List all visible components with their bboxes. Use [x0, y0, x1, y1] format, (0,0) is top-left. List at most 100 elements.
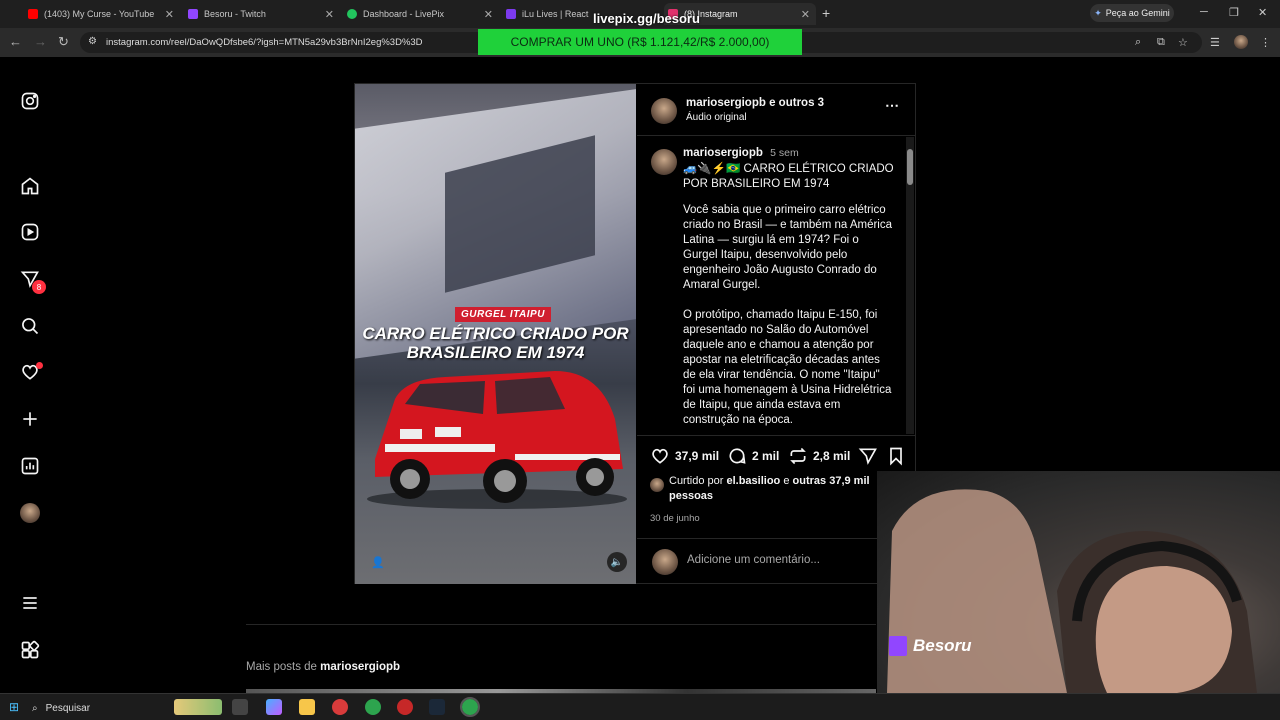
search-label: Pesquisar — [45, 702, 91, 714]
menu-icon[interactable] — [20, 593, 40, 613]
steam-icon[interactable] — [429, 699, 445, 715]
post-header: mariosergiopb e outros 3 Áudio original … — [637, 84, 916, 136]
repost-button[interactable]: 2,8 mil — [788, 446, 850, 466]
browser-menu-icon[interactable]: ⋮ — [1260, 36, 1271, 49]
caption-avatar[interactable] — [651, 149, 677, 175]
scrollbar-thumb[interactable] — [907, 149, 913, 185]
tab-twitch[interactable]: Besoru - Twitch ✕ — [188, 3, 340, 25]
task-view-icon[interactable] — [232, 699, 248, 715]
caption-panel[interactable]: mariosergiopb 5 sem 🚙🔌⚡🇧🇷 CARRO ELÉTRICO… — [637, 137, 916, 434]
sound-icon[interactable]: 🔈 — [607, 552, 627, 572]
author-avatar[interactable] — [651, 98, 677, 124]
instagram-logo-icon[interactable] — [20, 91, 40, 111]
share-button[interactable] — [858, 446, 878, 466]
caption-username[interactable]: mariosergiopb — [683, 147, 763, 159]
coauthors[interactable]: e outros 3 — [769, 97, 824, 109]
instagram-sidebar: 8 — [0, 57, 60, 693]
maximize-icon[interactable]: ❐ — [1229, 6, 1239, 19]
audio-label[interactable]: Áudio original — [686, 112, 747, 123]
webcam-overlay: Besoru — [877, 471, 1280, 693]
livepix-icon — [347, 9, 357, 19]
notification-dot — [36, 362, 43, 369]
tab-title: Besoru - Twitch — [204, 9, 266, 19]
caption-time[interactable]: 5 sem — [770, 147, 799, 159]
post-date[interactable]: 30 de junho — [650, 513, 700, 524]
tab-title: Dashboard - LivePix — [363, 9, 445, 19]
bookmark-star-icon[interactable]: ☆ — [1178, 36, 1188, 49]
red-car-image — [367, 371, 627, 509]
file-explorer-icon[interactable] — [299, 699, 315, 715]
messages-badge: 8 — [32, 280, 46, 294]
livepix-logo: livepix.gg/besoru — [593, 11, 700, 26]
windows-start-icon[interactable]: ⊞ — [9, 700, 19, 714]
new-tab-button[interactable]: + — [822, 5, 830, 21]
recorder-icon[interactable] — [397, 699, 413, 715]
close-icon[interactable]: ✕ — [325, 8, 334, 21]
caption-body: Você sabia que o primeiro carro elétrico… — [683, 204, 893, 426]
more-posts-heading: Mais posts de mariosergiopb — [246, 661, 400, 673]
liked-by-joiner: e — [783, 475, 790, 487]
windows-taskbar: ⊞ ⌕ Pesquisar — [0, 693, 1280, 720]
more-options-icon[interactable]: ⋯ — [885, 97, 899, 114]
twitch-icon — [188, 9, 198, 19]
chrome-icon[interactable] — [365, 699, 381, 715]
post-actions: 37,9 mil 2 mil 2,8 mil Curtido por el.ba… — [637, 435, 916, 585]
comment-input[interactable]: Adicione um comentário... — [687, 554, 820, 566]
app-icon[interactable] — [332, 699, 348, 715]
forward-icon[interactable]: → — [34, 34, 47, 49]
youtube-icon — [28, 9, 38, 19]
dashboard-icon[interactable] — [20, 456, 40, 476]
liker-avatar[interactable] — [650, 478, 664, 492]
liked-by-prefix: Curtido por — [669, 475, 724, 487]
widget-icon[interactable] — [174, 699, 222, 715]
home-icon[interactable] — [20, 176, 40, 196]
more-apps-icon[interactable] — [20, 640, 40, 660]
tab-search-icon[interactable]: ☰ — [1210, 36, 1220, 49]
webcam-person — [887, 489, 1257, 693]
tab-youtube[interactable]: (1403) My Curse - YouTube ✕ — [28, 3, 180, 25]
twitch-icon — [889, 636, 907, 656]
search-icon[interactable] — [20, 316, 40, 336]
copilot-icon[interactable] — [266, 699, 282, 715]
author-name[interactable]: mariosergiopb — [686, 97, 766, 109]
close-icon[interactable]: ✕ — [801, 8, 810, 21]
caption-scrollbar[interactable] — [906, 137, 914, 434]
close-icon[interactable]: ✕ — [165, 8, 174, 21]
more-posts-user[interactable]: mariosergiopb — [320, 661, 400, 673]
like-button[interactable]: 37,9 mil — [650, 446, 719, 466]
gemini-icon: ✦ — [1094, 7, 1102, 18]
liked-by-user[interactable]: el.basilioo — [726, 475, 780, 487]
tab-livepix[interactable]: Dashboard - LivePix ✕ — [347, 3, 499, 25]
chrome-active-icon[interactable] — [460, 697, 480, 717]
image-badge: GURGEL ITAIPU — [455, 307, 551, 322]
tab-title: iLu Lives | React — [522, 9, 589, 19]
post-card: GURGEL ITAIPU CARRO ELÉTRICO CRIADO POR … — [354, 83, 916, 584]
site-info-icon[interactable]: ⚙ — [88, 36, 97, 47]
profile-icon[interactable] — [1234, 35, 1248, 49]
reload-icon[interactable]: ↻ — [58, 34, 69, 50]
tab-title: (1403) My Curse - YouTube — [44, 9, 155, 19]
comment-count: 2 mil — [752, 449, 780, 463]
save-button[interactable] — [886, 446, 906, 466]
repost-count: 2,8 mil — [813, 449, 851, 463]
image-headline: CARRO ELÉTRICO CRIADO POR BRASILEIRO EM … — [362, 324, 629, 362]
zoom-icon[interactable]: ⌕ — [1135, 36, 1141, 49]
like-count: 37,9 mil — [675, 449, 720, 463]
gemini-button[interactable]: ✦ Peça ao Gemini — [1090, 4, 1174, 22]
reel-video[interactable]: GURGEL ITAIPU CARRO ELÉTRICO CRIADO POR … — [355, 84, 636, 584]
tagged-users-icon[interactable]: 👤 — [371, 556, 385, 569]
install-icon[interactable]: ⧉ — [1157, 36, 1165, 49]
divider — [246, 624, 876, 625]
ilu-icon — [506, 9, 516, 19]
profile-avatar[interactable] — [20, 503, 40, 523]
comment-button[interactable]: 2 mil — [727, 446, 779, 466]
reels-icon[interactable] — [20, 222, 40, 242]
create-icon[interactable] — [20, 409, 40, 429]
taskbar-search[interactable]: ⌕ Pesquisar — [32, 698, 172, 718]
heart-icon — [652, 448, 668, 464]
back-icon[interactable]: ← — [9, 34, 22, 49]
bookmark-icon — [890, 447, 902, 466]
window-close-icon[interactable]: ✕ — [1258, 6, 1267, 19]
close-icon[interactable]: ✕ — [484, 8, 493, 21]
minimize-icon[interactable]: ─ — [1200, 6, 1208, 18]
